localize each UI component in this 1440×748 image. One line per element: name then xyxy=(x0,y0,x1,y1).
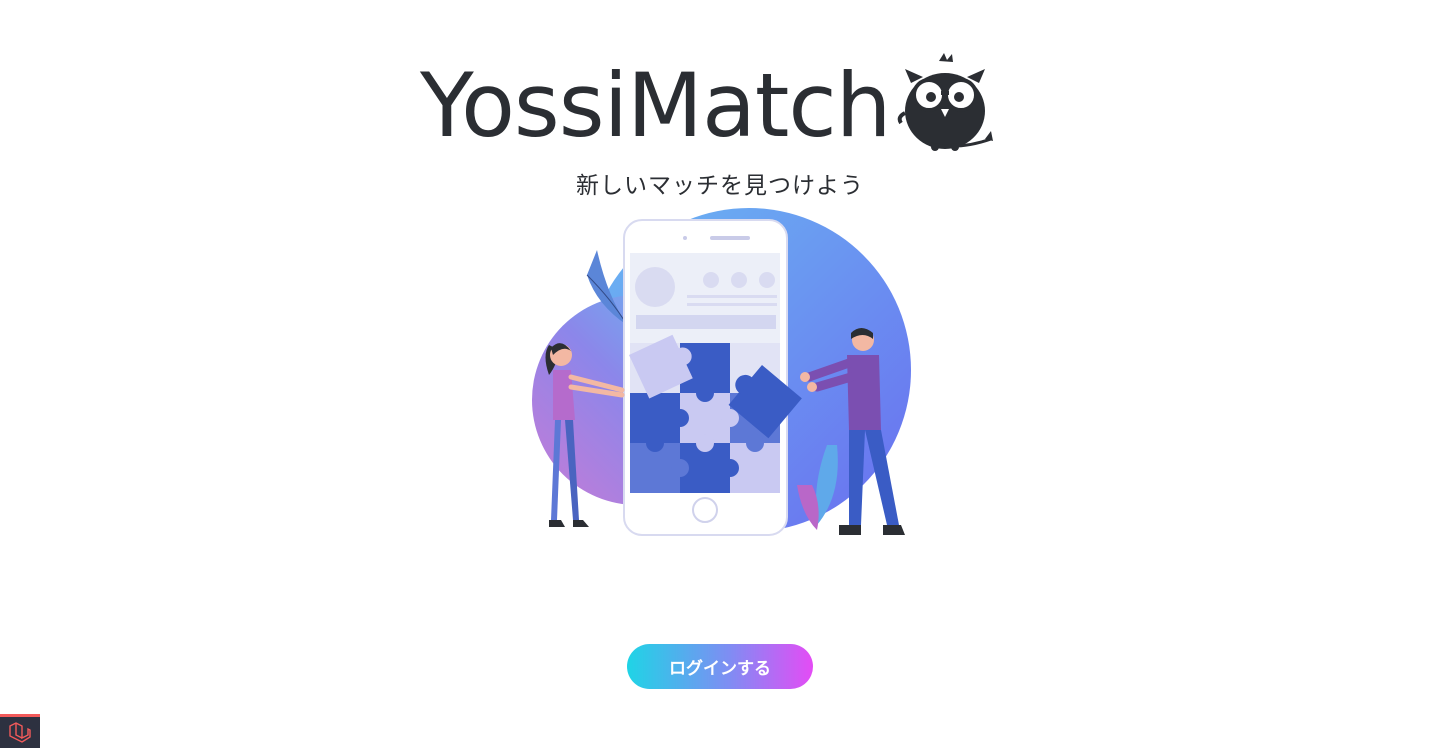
debug-toolbar-toggle[interactable] xyxy=(0,714,40,748)
header: YossiMatch xyxy=(0,48,1440,158)
puzzle-match-illustration xyxy=(532,208,911,536)
login-button[interactable]: ログインする xyxy=(627,644,813,689)
brand-logo: YossiMatch xyxy=(420,48,995,158)
brand-name: YossiMatch xyxy=(420,54,892,157)
tagline: 新しいマッチを見つけよう xyxy=(576,173,864,199)
owl-icon xyxy=(897,53,993,151)
laravel-icon xyxy=(9,721,31,743)
